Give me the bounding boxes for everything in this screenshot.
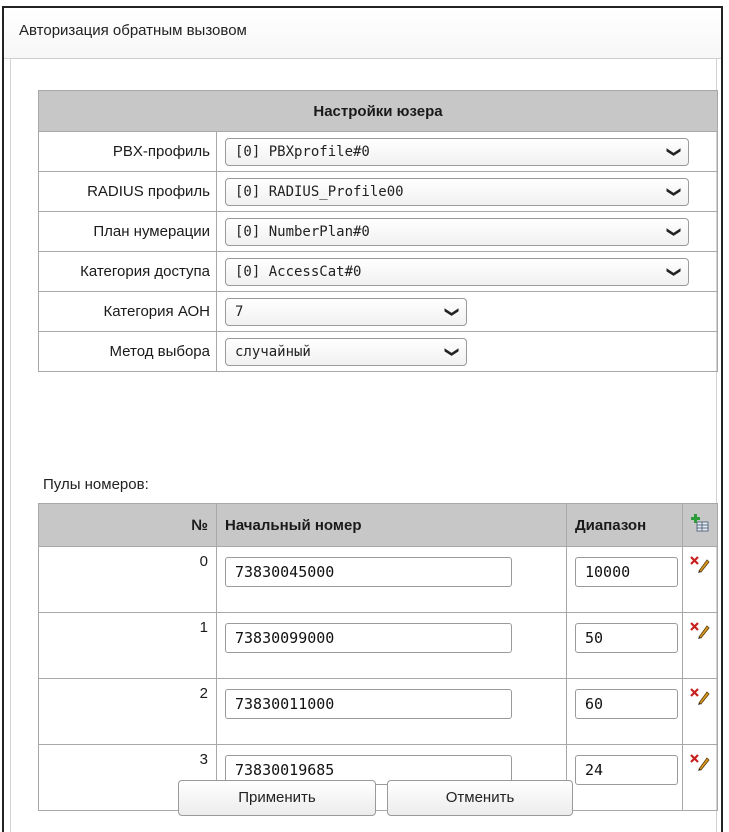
chevron-down-icon: ❯ — [666, 145, 683, 158]
content-panel: Настройки юзера PBX-профиль [0] PBXprofi… — [10, 58, 718, 832]
chevron-down-icon: ❯ — [444, 345, 461, 358]
table-row: 2 73830011000 60 — [38, 678, 718, 745]
settings-row-aon-category: Категория АОН 7 ❯ — [38, 291, 718, 332]
user-settings-table: Настройки юзера PBX-профиль [0] PBXprofi… — [38, 90, 718, 372]
range-input[interactable]: 24 — [575, 755, 678, 785]
numbering-plan-label: План нумерации — [38, 211, 217, 252]
numbering-plan-value: [0] NumberPlan#0 — [235, 223, 370, 240]
add-row-icon — [691, 514, 709, 532]
start-number-input[interactable]: 73830045000 — [225, 557, 512, 587]
settings-row-numbering-plan: План нумерации [0] NumberPlan#0 ❯ — [38, 211, 718, 252]
chevron-down-icon: ❯ — [666, 265, 683, 278]
table-row: 3 73830019685 24 — [38, 744, 718, 811]
number-pools-table: № Начальный номер Диапазон 0 73830045000… — [38, 503, 718, 811]
pool-row-number: 2 — [38, 678, 217, 745]
pools-header-row: № Начальный номер Диапазон — [38, 503, 718, 547]
apply-button[interactable]: Применить — [178, 780, 376, 816]
delete-pool-button[interactable] — [682, 612, 718, 679]
cancel-button[interactable]: Отменить — [387, 780, 573, 816]
range-input[interactable]: 10000 — [575, 557, 678, 587]
delete-row-icon — [690, 687, 710, 705]
start-number-input[interactable]: 73830011000 — [225, 689, 512, 719]
selection-method-value: случайный — [235, 343, 311, 360]
chevron-down-icon: ❯ — [444, 305, 461, 318]
delete-pool-button[interactable] — [682, 678, 718, 745]
delete-row-icon — [690, 555, 710, 573]
aon-category-select[interactable]: 7 ❯ — [225, 297, 467, 326]
add-pool-button[interactable] — [682, 503, 718, 547]
access-category-label: Категория доступа — [38, 251, 217, 292]
radius-profile-label: RADIUS профиль — [38, 171, 217, 212]
aon-category-value: 7 — [235, 303, 244, 320]
delete-row-icon — [690, 753, 710, 771]
pbx-profile-value: [0] PBXprofile#0 — [235, 143, 370, 160]
window-title: Авторизация обратным вызовом — [4, 8, 721, 59]
pbx-profile-select[interactable]: [0] PBXprofile#0 ❯ — [225, 137, 689, 166]
radius-profile-value: [0] RADIUS_Profile00 — [235, 183, 404, 200]
col-header-start-number: Начальный номер — [216, 503, 567, 547]
access-category-select[interactable]: [0] AccessCat#0 ❯ — [225, 257, 689, 286]
table-row: 0 73830045000 10000 — [38, 546, 718, 613]
pbx-profile-label: PBX-профиль — [38, 131, 217, 172]
access-category-value: [0] AccessCat#0 — [235, 263, 362, 280]
user-settings-header: Настройки юзера — [38, 90, 718, 132]
settings-row-access-category: Категория доступа [0] AccessCat#0 ❯ — [38, 251, 718, 292]
range-input[interactable]: 50 — [575, 623, 678, 653]
aon-category-label: Категория АОН — [38, 291, 217, 332]
delete-row-icon — [690, 621, 710, 639]
window-frame: Авторизация обратным вызовом Настройки ю… — [2, 6, 723, 832]
chevron-down-icon: ❯ — [666, 225, 683, 238]
col-header-num: № — [38, 503, 217, 547]
range-input[interactable]: 60 — [575, 689, 678, 719]
settings-row-pbx-profile: PBX-профиль [0] PBXprofile#0 ❯ — [38, 131, 718, 172]
col-header-range: Диапазон — [566, 503, 683, 547]
selection-method-select[interactable]: случайный ❯ — [225, 337, 467, 366]
settings-row-radius-profile: RADIUS профиль [0] RADIUS_Profile00 ❯ — [38, 171, 718, 212]
delete-pool-button[interactable] — [682, 744, 718, 811]
delete-pool-button[interactable] — [682, 546, 718, 613]
chevron-down-icon: ❯ — [666, 185, 683, 198]
selection-method-label: Метод выбора — [38, 331, 217, 372]
number-pools-label: Пулы номеров: — [43, 476, 149, 493]
start-number-input[interactable]: 73830099000 — [225, 623, 512, 653]
settings-row-selection-method: Метод выбора случайный ❯ — [38, 331, 718, 372]
pool-row-number: 1 — [38, 612, 217, 679]
table-row: 1 73830099000 50 — [38, 612, 718, 679]
numbering-plan-select[interactable]: [0] NumberPlan#0 ❯ — [225, 217, 689, 246]
pool-row-number: 0 — [38, 546, 217, 613]
radius-profile-select[interactable]: [0] RADIUS_Profile00 ❯ — [225, 177, 689, 206]
